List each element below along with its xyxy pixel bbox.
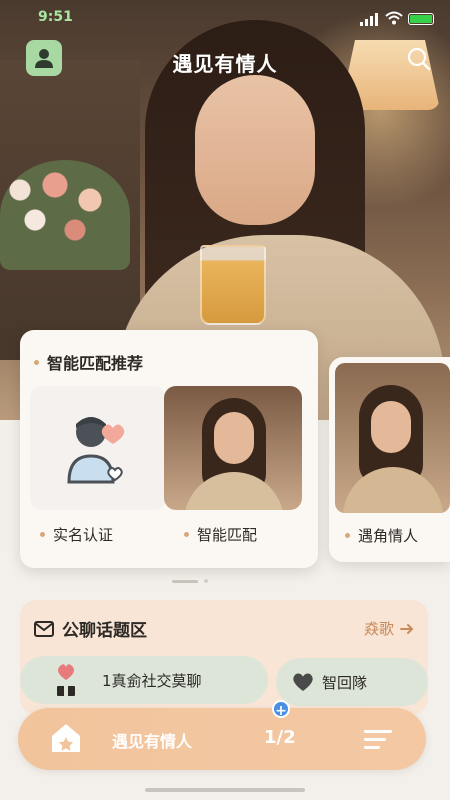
topic-title: 公聊话题区 bbox=[34, 616, 147, 641]
tile-label-verify[interactable]: 实名认证 bbox=[40, 524, 113, 545]
side-profile-card[interactable]: 遇角情人 bbox=[329, 357, 450, 562]
topic-chip-reply[interactable]: 智回隊 bbox=[276, 658, 428, 706]
smart-match-card: 智能匹配推荐 实名认证 智能匹配 bbox=[20, 330, 318, 568]
topic-more-link[interactable]: 猋歌 bbox=[364, 618, 414, 639]
smart-match-title: 智能匹配推荐 bbox=[34, 350, 143, 374]
page-title: 遇见有情人 bbox=[172, 52, 278, 76]
match-photo-tile[interactable] bbox=[164, 386, 302, 510]
heart-gift-icon bbox=[57, 664, 75, 696]
tile-label-encounter[interactable]: 遇角情人 bbox=[345, 525, 418, 546]
flower-vase bbox=[0, 160, 130, 270]
app-header: 遇见有情人 bbox=[0, 40, 450, 84]
page-indicator: 1/2 bbox=[264, 727, 296, 748]
tile-label-match[interactable]: 智能匹配 bbox=[184, 524, 257, 545]
verify-user-heart-icon bbox=[67, 417, 125, 484]
status-time: 9:51 bbox=[38, 9, 73, 25]
topic-section: 公聊话题区 猋歌 1真侴社交莫聊 智回隊 bbox=[20, 600, 428, 715]
bottom-bar-label: 遇见有情人 bbox=[112, 732, 193, 751]
mail-icon bbox=[34, 620, 54, 637]
topic-chip-social[interactable]: 1真侴社交莫聊 bbox=[20, 656, 268, 704]
bullet-dot bbox=[34, 359, 39, 365]
arrow-right-icon bbox=[400, 623, 414, 634]
beer-glass bbox=[200, 245, 266, 325]
bottom-bar: 遇见有情人 1/2 bbox=[18, 708, 426, 770]
battery-icon bbox=[408, 13, 434, 25]
side-profile-photo bbox=[335, 363, 450, 513]
home-star-icon[interactable] bbox=[48, 720, 84, 756]
person-face bbox=[195, 75, 315, 225]
status-bar: 9:51 bbox=[0, 8, 450, 30]
verify-tile[interactable] bbox=[30, 386, 166, 510]
heart-icon bbox=[293, 673, 313, 691]
home-indicator bbox=[145, 788, 305, 792]
wifi-icon bbox=[385, 11, 403, 25]
plus-icon[interactable]: + bbox=[272, 700, 290, 719]
signal-icon bbox=[360, 13, 378, 26]
carousel-pager bbox=[172, 579, 208, 583]
menu-icon[interactable] bbox=[364, 728, 392, 750]
search-icon[interactable] bbox=[406, 46, 432, 72]
